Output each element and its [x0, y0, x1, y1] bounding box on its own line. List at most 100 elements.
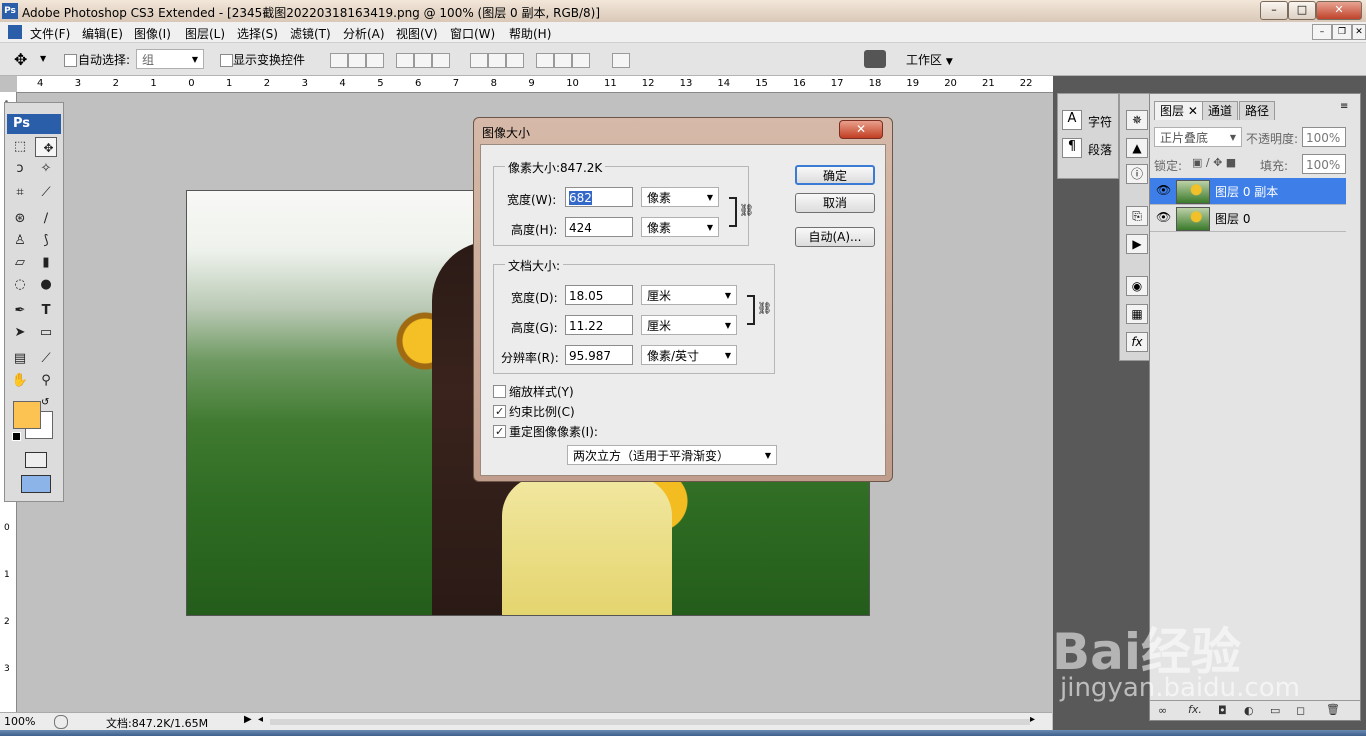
scale-styles-checkbox[interactable] [493, 385, 506, 398]
history-brush-tool-icon[interactable]: ⟆ [35, 231, 57, 251]
auto-select-dropdown[interactable]: 组 ▼ [136, 49, 204, 69]
doc-width-unit-select[interactable]: 厘米 ▼ [641, 285, 737, 305]
status-menu-icon[interactable] [54, 715, 68, 729]
quick-mask-icon[interactable] [25, 452, 47, 468]
menu-edit[interactable]: 编辑(E) [82, 25, 123, 42]
align-left-icon[interactable] [396, 53, 414, 68]
lock-icons[interactable]: ▣ ∕ ✥ ■ [1192, 156, 1236, 169]
opacity-input[interactable]: 100% [1302, 127, 1346, 147]
fill-input[interactable]: 100% [1302, 154, 1346, 174]
tab-paths[interactable]: 路径 [1239, 101, 1276, 120]
align-right-icon[interactable] [432, 53, 450, 68]
ok-button[interactable]: 确定 [795, 165, 875, 185]
rectangle-tool-icon[interactable]: ▭ [35, 323, 57, 343]
styles-icon[interactable]: fx [1126, 332, 1148, 352]
bridge-icon[interactable] [864, 50, 886, 68]
doc-height-input[interactable]: 11.22 [565, 315, 633, 335]
crop-tool-icon[interactable]: ⌗ [9, 183, 31, 203]
layer-row[interactable]: 👁 图层 0 [1150, 205, 1346, 232]
paragraph-label[interactable]: 段落 [1088, 141, 1112, 158]
path-selection-tool-icon[interactable]: ➤ [9, 323, 31, 343]
distribute-top-icon[interactable] [470, 53, 488, 68]
resolution-input[interactable]: 95.987 [565, 345, 633, 365]
constrain-proportions-checkbox[interactable] [493, 405, 506, 418]
auto-align-icon[interactable] [612, 53, 630, 68]
chevron-down-icon[interactable]: ▼ [40, 54, 46, 63]
resample-method-select[interactable]: 两次立方（适用于平滑渐变） ▼ [567, 445, 777, 465]
default-colors-icon[interactable] [12, 432, 21, 441]
menu-select[interactable]: 选择(S) [237, 25, 278, 42]
distribute-hcenter-icon[interactable] [554, 53, 572, 68]
menu-layer[interactable]: 图层(L) [185, 25, 225, 42]
minimize-button[interactable]: – [1260, 1, 1288, 20]
layer-row-selected[interactable]: 👁 图层 0 副本 [1150, 178, 1346, 205]
horizontal-scrollbar[interactable] [270, 719, 1030, 725]
blur-tool-icon[interactable]: ◌ [9, 275, 31, 295]
brush-tool-icon[interactable]: ∕ [35, 209, 57, 229]
link-layers-icon[interactable]: ∞ [1158, 704, 1167, 717]
align-bottom-icon[interactable] [366, 53, 384, 68]
blend-mode-dropdown[interactable]: 正片叠底 ▼ [1154, 127, 1242, 147]
menu-file[interactable]: 文件(F) [30, 25, 70, 42]
close-button[interactable]: ✕ [1316, 1, 1362, 20]
hand-tool-icon[interactable]: ✋ [9, 371, 31, 391]
tab-layers[interactable]: 图层 ✕ [1154, 101, 1204, 120]
menu-window[interactable]: 窗口(W) [450, 25, 495, 42]
pixel-height-input[interactable]: 424 [565, 217, 633, 237]
distribute-vcenter-icon[interactable] [488, 53, 506, 68]
menu-image[interactable]: 图像(I) [134, 25, 171, 42]
scroll-left-icon[interactable]: ◂ [258, 714, 263, 725]
zoom-level[interactable]: 100% [4, 715, 35, 728]
menu-analysis[interactable]: 分析(A) [343, 25, 385, 42]
move-tool-icon[interactable]: ✥ [35, 137, 57, 157]
cancel-button[interactable]: 取消 [795, 193, 875, 213]
pen-tool-icon[interactable]: ✒ [9, 301, 31, 321]
slice-tool-icon[interactable]: ⟋ [35, 183, 57, 203]
actions-icon[interactable]: ▶ [1126, 234, 1148, 254]
delete-layer-icon[interactable]: 🗑 [1326, 703, 1340, 716]
scroll-right-icon[interactable]: ▸ [1030, 714, 1035, 725]
workspace-menu[interactable]: 工作区 ▼ [906, 51, 953, 68]
adjustment-layer-icon[interactable]: ◐ [1244, 704, 1254, 717]
move-tool-icon[interactable]: ✥ [14, 50, 27, 69]
distribute-right-icon[interactable] [572, 53, 590, 68]
dialog-close-button[interactable]: ✕ [839, 120, 883, 139]
new-group-icon[interactable]: ▭ [1270, 704, 1280, 717]
menu-filter[interactable]: 滤镜(T) [290, 25, 331, 42]
marquee-tool-icon[interactable]: ⬚ [9, 137, 31, 157]
notes-tool-icon[interactable]: ▤ [9, 349, 31, 369]
show-transform-checkbox[interactable] [220, 54, 233, 67]
panel-menu-icon[interactable]: ≡ [1340, 101, 1348, 112]
history-icon[interactable]: ⎘ [1126, 206, 1148, 226]
type-tool-icon[interactable]: T [35, 301, 57, 321]
swap-colors-icon[interactable]: ↺ [41, 397, 49, 408]
eye-icon[interactable]: 👁 [1156, 183, 1171, 197]
magic-wand-tool-icon[interactable]: ✧ [35, 159, 57, 179]
dodge-tool-icon[interactable]: ● [35, 275, 57, 295]
zoom-tool-icon[interactable]: ⚲ [35, 371, 57, 391]
eraser-tool-icon[interactable]: ▱ [9, 253, 31, 273]
eyedropper-tool-icon[interactable]: ⟋ [35, 349, 57, 369]
align-vcenter-icon[interactable] [348, 53, 366, 68]
align-top-icon[interactable] [330, 53, 348, 68]
status-arrow-icon[interactable]: ▶ [244, 714, 252, 725]
character-icon[interactable]: A [1062, 110, 1082, 130]
auto-button[interactable]: 自动(A)... [795, 227, 875, 247]
histogram-icon[interactable]: ▲ [1126, 138, 1148, 158]
doc-height-unit-select[interactable]: 厘米 ▼ [641, 315, 737, 335]
color-icon[interactable]: ◉ [1126, 276, 1148, 296]
distribute-left-icon[interactable] [536, 53, 554, 68]
swatches-icon[interactable]: ▦ [1126, 304, 1148, 324]
resample-checkbox[interactable] [493, 425, 506, 438]
pixel-height-unit-select[interactable]: 像素 ▼ [641, 217, 719, 237]
tab-channels[interactable]: 通道 [1202, 101, 1239, 120]
info-icon[interactable]: ⓘ [1126, 164, 1148, 184]
paragraph-icon[interactable]: ¶ [1062, 138, 1082, 158]
menu-help[interactable]: 帮助(H) [509, 25, 551, 42]
resolution-unit-select[interactable]: 像素/英寸 ▼ [641, 345, 737, 365]
layer-style-icon[interactable]: fx. [1188, 703, 1202, 716]
doc-minimize-button[interactable]: – [1312, 24, 1332, 40]
distribute-bottom-icon[interactable] [506, 53, 524, 68]
auto-select-checkbox[interactable] [64, 54, 77, 67]
gradient-tool-icon[interactable]: ▮ [35, 253, 57, 273]
